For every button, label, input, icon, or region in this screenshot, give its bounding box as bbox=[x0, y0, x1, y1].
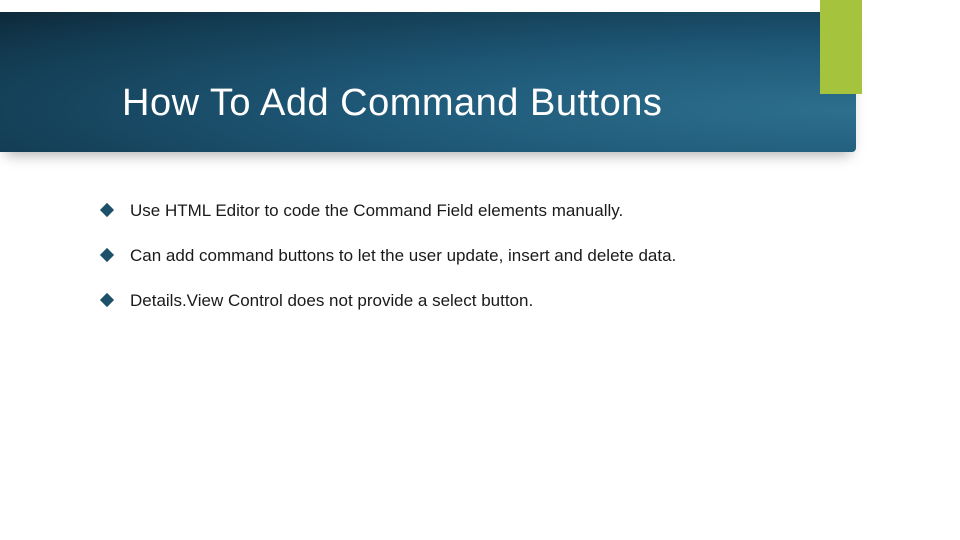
diamond-icon bbox=[100, 293, 114, 307]
accent-block bbox=[820, 0, 862, 94]
title-band: How To Add Command Buttons bbox=[0, 12, 856, 152]
list-item: Details.View Control does not provide a … bbox=[102, 290, 900, 313]
diamond-icon bbox=[100, 248, 114, 262]
slide: How To Add Command Buttons Use HTML Edit… bbox=[0, 0, 960, 540]
list-item: Can add command buttons to let the user … bbox=[102, 245, 900, 268]
list-item: Use HTML Editor to code the Command Fiel… bbox=[102, 200, 900, 223]
diamond-icon bbox=[100, 203, 114, 217]
bullet-text: Use HTML Editor to code the Command Fiel… bbox=[130, 200, 900, 223]
bullet-text: Details.View Control does not provide a … bbox=[130, 290, 900, 313]
slide-title: How To Add Command Buttons bbox=[122, 82, 662, 125]
bullet-text: Can add command buttons to let the user … bbox=[130, 245, 900, 268]
bullet-list: Use HTML Editor to code the Command Fiel… bbox=[102, 200, 900, 335]
